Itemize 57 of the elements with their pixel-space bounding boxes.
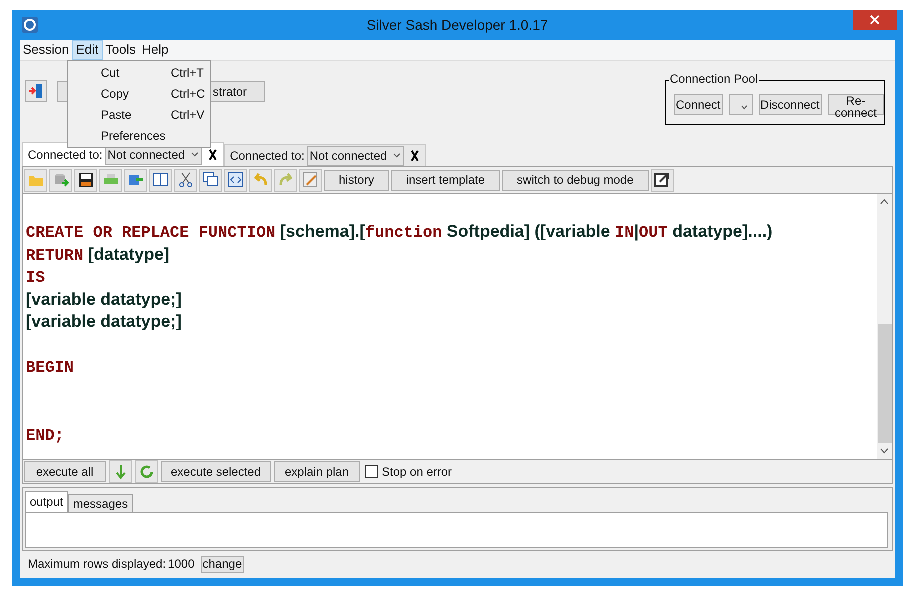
execute-selected-button[interactable]: execute selected [161,461,271,482]
close-icon [870,15,880,25]
menu-item[interactable]: Help [139,40,172,60]
tab-label: Connected to: [230,148,305,164]
panel-title: Connection Pool [669,73,760,85]
chevron-down-icon [393,153,402,158]
scissors-icon[interactable] [174,168,197,192]
menu-entry[interactable]: Paste Ctrl+V [68,104,210,125]
close-button[interactable] [853,10,897,30]
door-icon [28,83,44,99]
change-button[interactable]: change [200,556,244,572]
app-icon [22,17,38,33]
export-icon[interactable] [124,168,147,192]
menu-entry[interactable]: Copy Ctrl+C [68,83,210,104]
close-icon[interactable] [410,150,420,162]
arrow-down-icon[interactable] [109,460,132,483]
stop-on-error-checkbox[interactable] [365,465,378,478]
explain-plan-button[interactable]: explain plan [274,461,360,482]
tab-label: Connected to: [28,146,103,164]
save-icon[interactable] [74,168,97,192]
toolbar-button[interactable]: history [324,170,390,190]
exit-button[interactable] [25,80,47,102]
refresh-icon[interactable] [135,460,158,483]
status-label: Maximum rows displayed: [28,556,166,573]
menu-item[interactable]: Tools [102,40,140,60]
pencil-icon[interactable] [299,168,322,192]
toolbar-button[interactable]: switch to debug mode [502,170,649,190]
code-line: RETURN [datatype] [26,244,171,266]
output-tab[interactable]: messages [68,494,134,512]
reconnect-button[interactable]: Re-connect [828,94,884,115]
connection-dropdown[interactable]: Not connected [306,146,404,166]
code-line: IS [26,268,46,288]
code-line: [variable datatype;] [26,311,183,333]
connect-button[interactable]: Connect [674,94,723,115]
code-line: BEGIN [26,358,76,378]
checkbox-label: Stop on error [382,464,452,480]
status-value: 1000 [168,556,195,573]
output-tab[interactable]: output [25,491,68,512]
code-line: [variable datatype;] [26,288,183,310]
close-icon[interactable] [208,148,218,160]
toolbar-button[interactable]: insert template [391,170,500,190]
external-link-icon[interactable] [650,168,674,192]
scrollbar[interactable] [877,194,892,459]
execute-all-button[interactable]: execute all [24,461,106,482]
menu-item[interactable]: Session [20,40,72,60]
code-icon[interactable] [224,168,247,192]
menu-item[interactable]: Edit [72,40,103,60]
windows-icon[interactable] [199,168,222,192]
chevron-down-icon [191,152,200,157]
window-title: Silver Sash Developer 1.0.17 [366,16,550,35]
connection-tab[interactable]: Connected to: Not connected [224,144,426,166]
code-line: END; [26,426,66,446]
chevron-down-icon [740,105,748,110]
menu-entry[interactable]: Cut Ctrl+T [68,62,210,83]
code-line: CREATE OR REPLACE FUNCTION [schema].[function Softpedia] ([variable IN|OUT datatype]....) [26,221,774,244]
disconnect-button[interactable]: Disconnect [758,94,822,115]
columns-icon[interactable] [149,168,172,192]
